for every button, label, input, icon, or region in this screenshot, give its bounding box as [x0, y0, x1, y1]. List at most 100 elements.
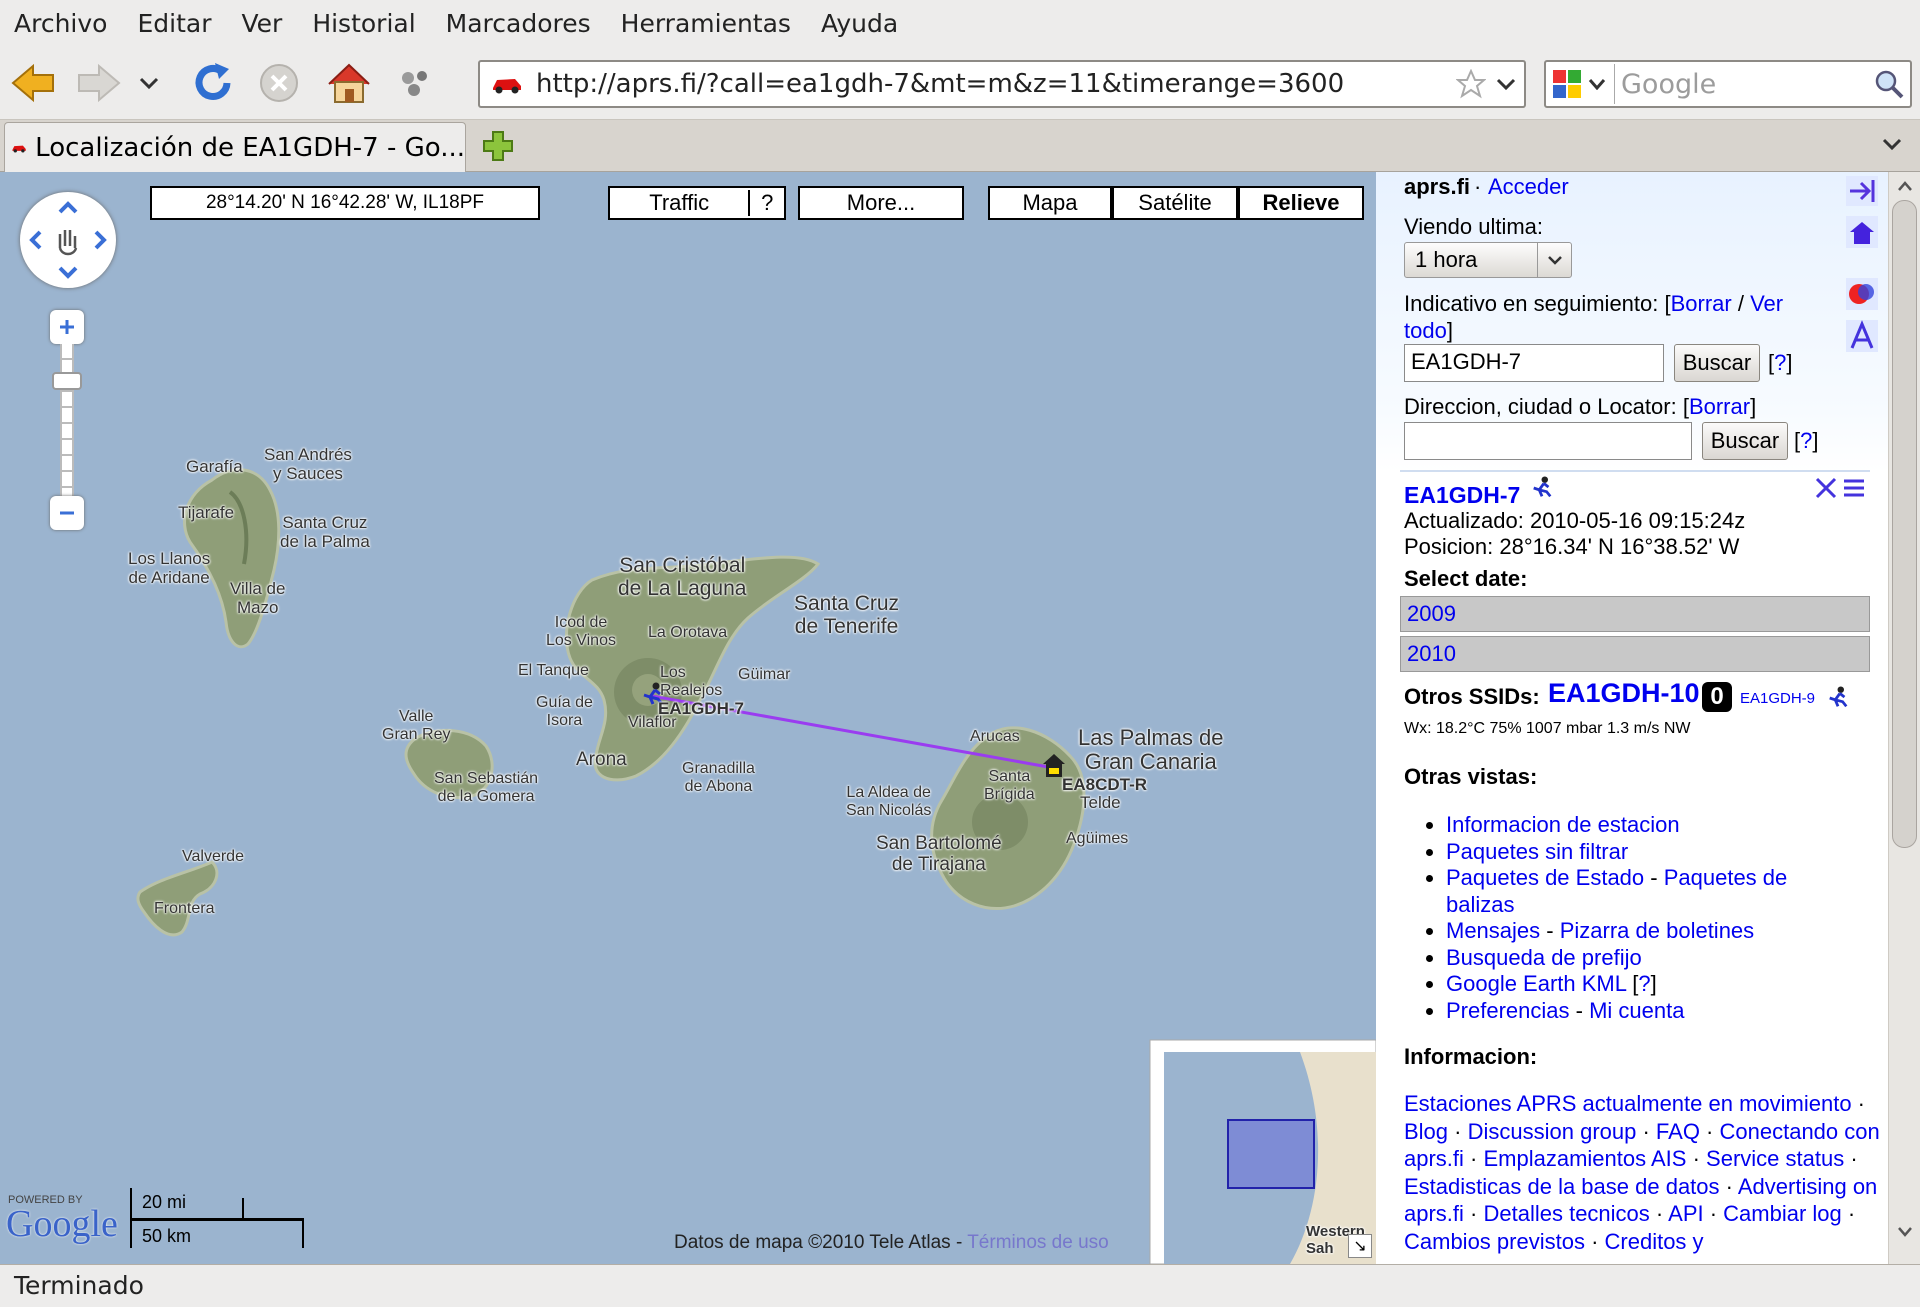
callsign-help[interactable]: [?]	[1768, 350, 1793, 376]
back-arrow-icon	[11, 63, 54, 103]
zoom-slider[interactable]	[60, 344, 74, 496]
changelog-link[interactable]: Cambiar log	[1723, 1201, 1842, 1226]
kml-help-link[interactable]: ?	[1638, 971, 1650, 996]
map-attribution: Datos de mapa ©2010 Tele Atlas - Término…	[674, 1232, 1109, 1254]
callsign-help-link[interactable]: ?	[1774, 350, 1786, 375]
traffic-button[interactable]: Traffic ?	[608, 186, 786, 220]
login-link[interactable]: Acceder	[1488, 174, 1569, 200]
back-button[interactable]	[10, 60, 56, 106]
collapse-panel-icon[interactable]	[1846, 176, 1878, 206]
clear-tracking-link[interactable]: Borrar	[1671, 291, 1732, 316]
scroll-down-icon[interactable]	[1897, 1226, 1913, 1238]
menu-herramientas[interactable]: Herramientas	[621, 9, 791, 38]
year-2009-link[interactable]: 2009	[1400, 596, 1870, 632]
menu-ayuda[interactable]: Ayuda	[821, 9, 898, 38]
scrollbar-thumb[interactable]	[1892, 200, 1917, 848]
place-label: Villa de Mazo	[230, 579, 286, 617]
address-input[interactable]	[1404, 422, 1692, 460]
search-input[interactable]: Google	[1621, 69, 1716, 100]
google-engine-icon[interactable]	[1552, 69, 1582, 99]
stop-button[interactable]	[256, 60, 302, 106]
address-help-link[interactable]: ?	[1800, 428, 1812, 453]
map-view[interactable]: Garafía San Andrés y Sauces Tijarafe San…	[0, 172, 1376, 1264]
timerange-select[interactable]: 1 hora	[1404, 242, 1572, 278]
discussion-link[interactable]: Discussion group	[1468, 1119, 1637, 1144]
station-label[interactable]: EA1GDH-7	[658, 699, 744, 719]
db-stats-link[interactable]: Estadisticas de la base de datos	[1404, 1174, 1720, 1199]
ssid-small-link[interactable]: EA1GDH-9	[1740, 690, 1815, 707]
ssid-main-link[interactable]: EA1GDH-10	[1548, 678, 1700, 709]
faq-link[interactable]: FAQ	[1656, 1119, 1700, 1144]
zoom-slider-handle[interactable]	[52, 372, 82, 390]
tech-details-link[interactable]: Detalles tecnicos	[1483, 1201, 1649, 1226]
terms-link[interactable]: Términos de uso	[967, 1232, 1109, 1253]
menu-marcadores[interactable]: Marcadores	[446, 9, 591, 38]
bulletins-link[interactable]: Pizarra de boletines	[1560, 918, 1754, 943]
more-button[interactable]: More...	[798, 186, 964, 220]
kml-link[interactable]: Google Earth KML	[1446, 971, 1626, 996]
search-icon[interactable]	[1874, 69, 1904, 99]
close-icon[interactable]	[1814, 476, 1838, 500]
chevron-down-icon	[139, 77, 159, 90]
history-dropdown-button[interactable]	[134, 60, 164, 106]
reload-button[interactable]	[190, 60, 236, 106]
info-link[interactable]: Informacion de estacion	[1446, 812, 1680, 837]
callsign-search-button[interactable]: Buscar	[1674, 344, 1760, 382]
google-logo[interactable]: Google	[6, 1202, 118, 1246]
new-tab-button[interactable]	[482, 130, 514, 162]
blog-link[interactable]: Blog	[1404, 1119, 1448, 1144]
clear-address-link[interactable]: Borrar	[1689, 394, 1750, 419]
ais-link[interactable]: Emplazamientos AIS	[1483, 1146, 1686, 1171]
measure-icon[interactable]	[1846, 320, 1878, 352]
status-packets-link[interactable]: Paquetes de Estado	[1446, 865, 1644, 890]
year-2010-link[interactable]: 2010	[1400, 636, 1870, 672]
map-type-satelite[interactable]: Satélite	[1112, 186, 1238, 220]
info-links: Estaciones APRS actualmente en movimient…	[1404, 1091, 1880, 1254]
overview-toggle[interactable]: ↘	[1348, 1234, 1372, 1258]
preferences-link[interactable]: Preferencias	[1446, 998, 1570, 1023]
url-bar[interactable]: http://aprs.fi/?call=ea1gdh-7&mt=m&z=11&…	[478, 60, 1526, 108]
chevron-down-icon[interactable]	[1588, 78, 1606, 90]
site-name[interactable]: aprs.fi	[1404, 174, 1470, 200]
api-link[interactable]: API	[1668, 1201, 1703, 1226]
menu-archivo[interactable]: Archivo	[14, 9, 107, 38]
home-station-icon[interactable]	[1846, 216, 1878, 248]
tab-list-button[interactable]	[1882, 136, 1902, 155]
prefix-search-link[interactable]: Busqueda de prefijo	[1446, 945, 1642, 970]
map-type-relieve[interactable]: Relieve	[1238, 186, 1364, 220]
raw-packets-link[interactable]: Paquetes sin filtrar	[1446, 839, 1628, 864]
panel-scrollbar[interactable]	[1888, 172, 1920, 1264]
chevron-down-icon[interactable]	[1496, 77, 1516, 91]
planned-changes-link[interactable]: Cambios previstos	[1404, 1229, 1585, 1254]
menu-ver[interactable]: Ver	[241, 9, 282, 38]
station-label[interactable]: EA8CDT-R	[1062, 775, 1147, 795]
credits-link[interactable]: Creditos y	[1605, 1229, 1704, 1254]
viewing-label: Viendo ultima:	[1404, 214, 1544, 239]
menu-icon[interactable]	[1842, 476, 1866, 500]
forward-button[interactable]	[76, 60, 122, 106]
bookmark-star-icon[interactable]	[1456, 69, 1486, 99]
map-type-mapa[interactable]: Mapa	[988, 186, 1112, 220]
account-link[interactable]: Mi cuenta	[1589, 998, 1684, 1023]
heatmap-icon[interactable]	[1846, 278, 1878, 310]
moving-stations-link[interactable]: Estaciones APRS actualmente en movimient…	[1404, 1091, 1852, 1116]
messages-link[interactable]: Mensajes	[1446, 918, 1540, 943]
zoom-in-button[interactable]	[50, 310, 84, 344]
search-bar[interactable]: Google	[1544, 60, 1912, 108]
service-status-link[interactable]: Service status	[1706, 1146, 1844, 1171]
scroll-up-icon[interactable]	[1897, 180, 1913, 192]
addon-button[interactable]	[392, 60, 438, 106]
menu-historial[interactable]: Historial	[312, 9, 415, 38]
list-item: Google Earth KML [?]	[1446, 971, 1846, 998]
station-name-link[interactable]: EA1GDH-7	[1404, 482, 1520, 509]
pan-control[interactable]	[20, 192, 116, 288]
callsign-input[interactable]: EA1GDH-7	[1404, 344, 1664, 382]
address-help[interactable]: [?]	[1794, 428, 1819, 454]
tab-aprs[interactable]: Localización de EA1GDH-7 - Go...	[4, 122, 466, 172]
traffic-help[interactable]: ?	[748, 190, 784, 216]
menu-editar[interactable]: Editar	[137, 9, 211, 38]
address-search-button[interactable]: Buscar	[1702, 422, 1788, 460]
home-button[interactable]	[326, 60, 372, 106]
zoom-out-button[interactable]	[50, 496, 84, 530]
place-label: Telde	[1080, 793, 1121, 812]
